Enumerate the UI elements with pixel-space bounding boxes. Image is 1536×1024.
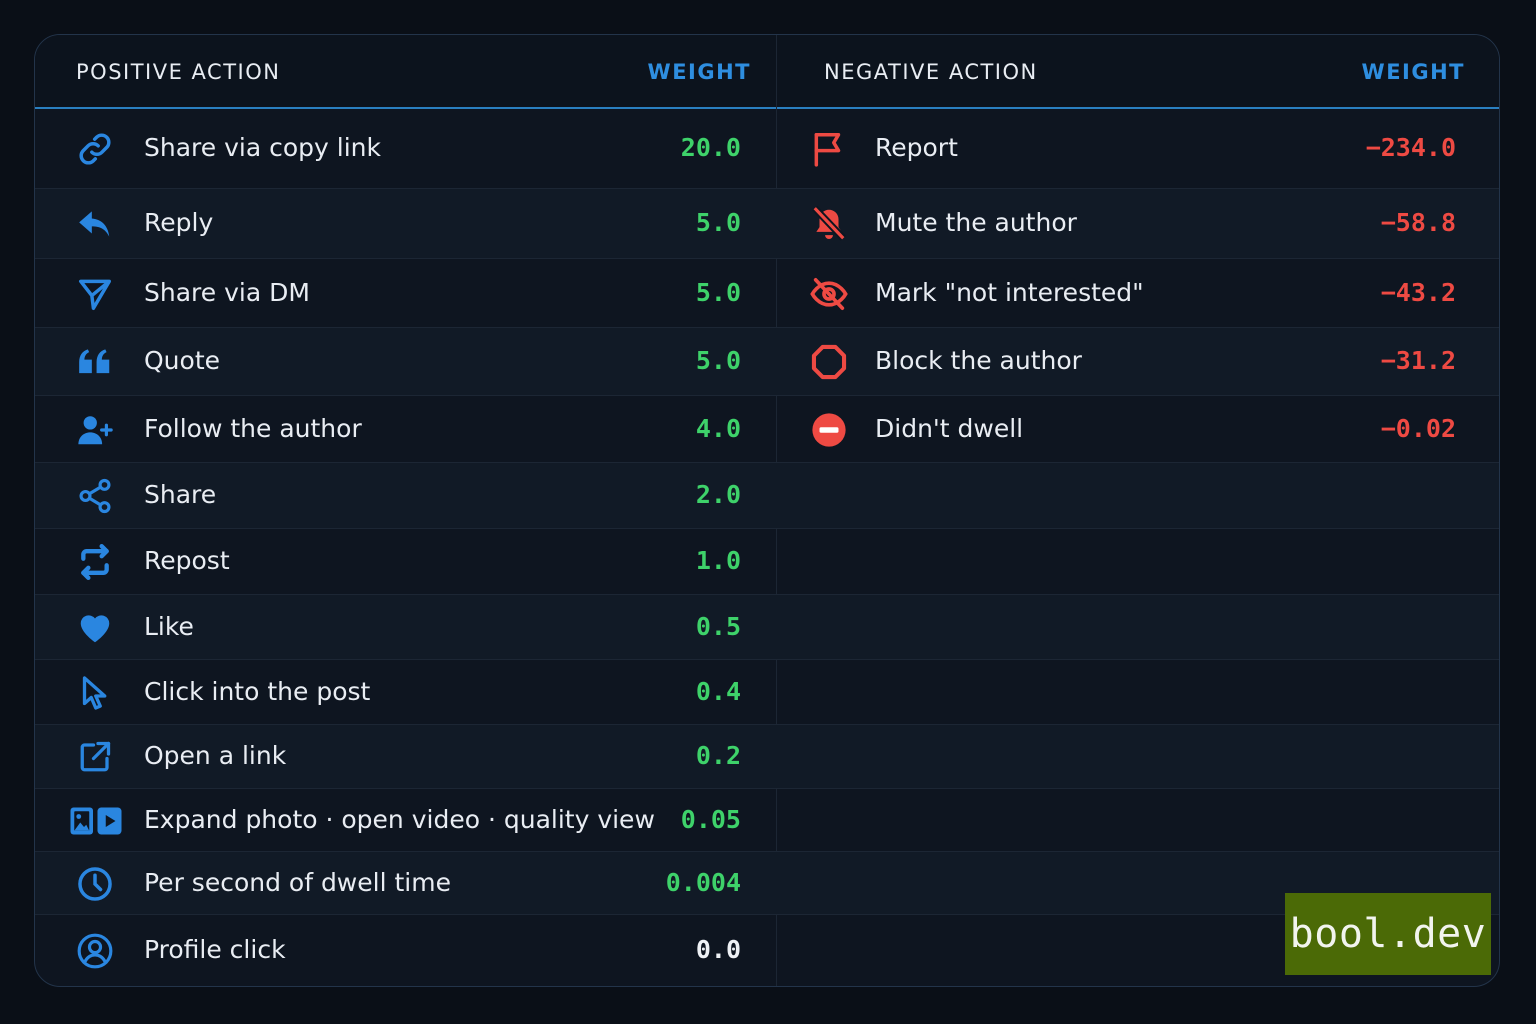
repost-icon <box>75 542 115 582</box>
positive-weight-value: 0.2 <box>695 741 741 770</box>
table-row: Share via DM 5.0 Mark "not interested" −43.… <box>35 259 1499 328</box>
table-row: Repost 1.0 <box>35 529 1499 595</box>
user-plus-icon <box>75 410 115 450</box>
positive-action-label: Share <box>144 480 217 509</box>
negative-weight-header: WEIGHT <box>1361 60 1465 84</box>
positive-weight-value: 1.0 <box>695 546 741 575</box>
positive-weight-value: 0.004 <box>665 867 741 897</box>
negative-action-label: Report <box>875 133 958 162</box>
eye-off-icon <box>809 274 849 314</box>
svg-text:bool.dev: bool.dev <box>1290 911 1486 957</box>
positive-action-label: Per second of dwell time <box>144 867 451 897</box>
positive-weight-value: 0.05 <box>680 804 741 834</box>
table-row: Click into the post 0.4 <box>35 660 1499 725</box>
positive-action-label: Reply <box>144 208 214 237</box>
cursor-icon <box>75 673 115 713</box>
table-row: Reply 5.0 Mute the author −58.8 <box>35 189 1499 259</box>
positive-weight-value: 4.0 <box>695 413 741 443</box>
table-row: Quote 5.0 Block the author −31.2 <box>35 328 1499 396</box>
quote-icon <box>75 342 115 382</box>
positive-weight-value: 5.0 <box>695 346 741 375</box>
positive-action-label: Open a link <box>144 741 287 770</box>
positive-action-label: Share via DM <box>144 277 310 307</box>
positive-action-label: Like <box>144 611 194 641</box>
positive-weight-value: 0.4 <box>695 676 741 706</box>
negative-action-label: Block the author <box>875 346 1082 375</box>
positive-weight-value: 0.5 <box>695 611 741 641</box>
external-link-icon <box>75 737 115 777</box>
profile-icon <box>75 931 115 971</box>
table-row: Share 2.0 <box>35 463 1499 529</box>
bool-dev-wordmark: bool.dev <box>1290 911 1486 957</box>
negative-action-label: Mute the author <box>875 208 1077 237</box>
send-icon <box>75 274 115 314</box>
positive-action-header: POSITIVE ACTION <box>76 60 281 84</box>
negative-action-header: NEGATIVE ACTION <box>824 60 1038 84</box>
action-weights-table: POSITIVE ACTION WEIGHT NEGATIVE ACTION W… <box>34 34 1500 987</box>
positive-action-label: Repost <box>144 546 230 575</box>
link-icon <box>75 129 115 169</box>
bell-off-icon <box>809 204 849 244</box>
positive-weight-value: 0.0 <box>695 935 741 964</box>
table-row: Share via copy link 20.0 Report −234.0 <box>35 109 1499 189</box>
positive-weight-value: 2.0 <box>695 480 741 509</box>
table-header: POSITIVE ACTION WEIGHT NEGATIVE ACTION W… <box>35 35 1499 109</box>
negative-weight-value: −43.2 <box>1380 277 1456 307</box>
table-row: Like 0.5 <box>35 595 1499 660</box>
octagon-icon <box>809 342 849 382</box>
negative-weight-value: −31.2 <box>1380 346 1456 375</box>
positive-action-label: Profile click <box>144 935 286 964</box>
reply-icon <box>75 204 115 244</box>
table-row: Per second of dwell time 0.004 <box>35 852 1499 915</box>
table-row: Open a link 0.2 <box>35 725 1499 789</box>
positive-action-label: Quote <box>144 346 221 375</box>
table-row: Profile click 0.0 <box>35 915 1499 986</box>
negative-action-label: Didn't dwell <box>875 413 1024 443</box>
minus-circle-icon <box>809 410 849 450</box>
positive-weight-header: WEIGHT <box>647 60 751 84</box>
share-icon <box>75 476 115 516</box>
photo-video-icon <box>69 801 123 841</box>
heart-icon <box>75 608 115 648</box>
negative-action-label: Mark "not interested" <box>875 277 1144 307</box>
positive-action-label: Click into the post <box>144 676 371 706</box>
clock-icon <box>75 864 115 904</box>
bool-dev-logo: bool.dev <box>1285 893 1491 975</box>
positive-weight-value: 20.0 <box>680 133 741 162</box>
table-row: Follow the author 4.0 Didn't dwell −0.02 <box>35 396 1499 463</box>
table-row: Expand photo · open video · quality view… <box>35 789 1499 852</box>
positive-weight-value: 5.0 <box>695 277 741 307</box>
negative-weight-value: −234.0 <box>1365 133 1456 162</box>
negative-weight-value: −0.02 <box>1380 413 1456 443</box>
positive-action-label: Follow the author <box>144 413 362 443</box>
flag-icon <box>809 129 849 169</box>
negative-weight-value: −58.8 <box>1380 208 1456 237</box>
positive-action-label: Share via copy link <box>144 133 381 162</box>
positive-weight-value: 5.0 <box>695 208 741 237</box>
